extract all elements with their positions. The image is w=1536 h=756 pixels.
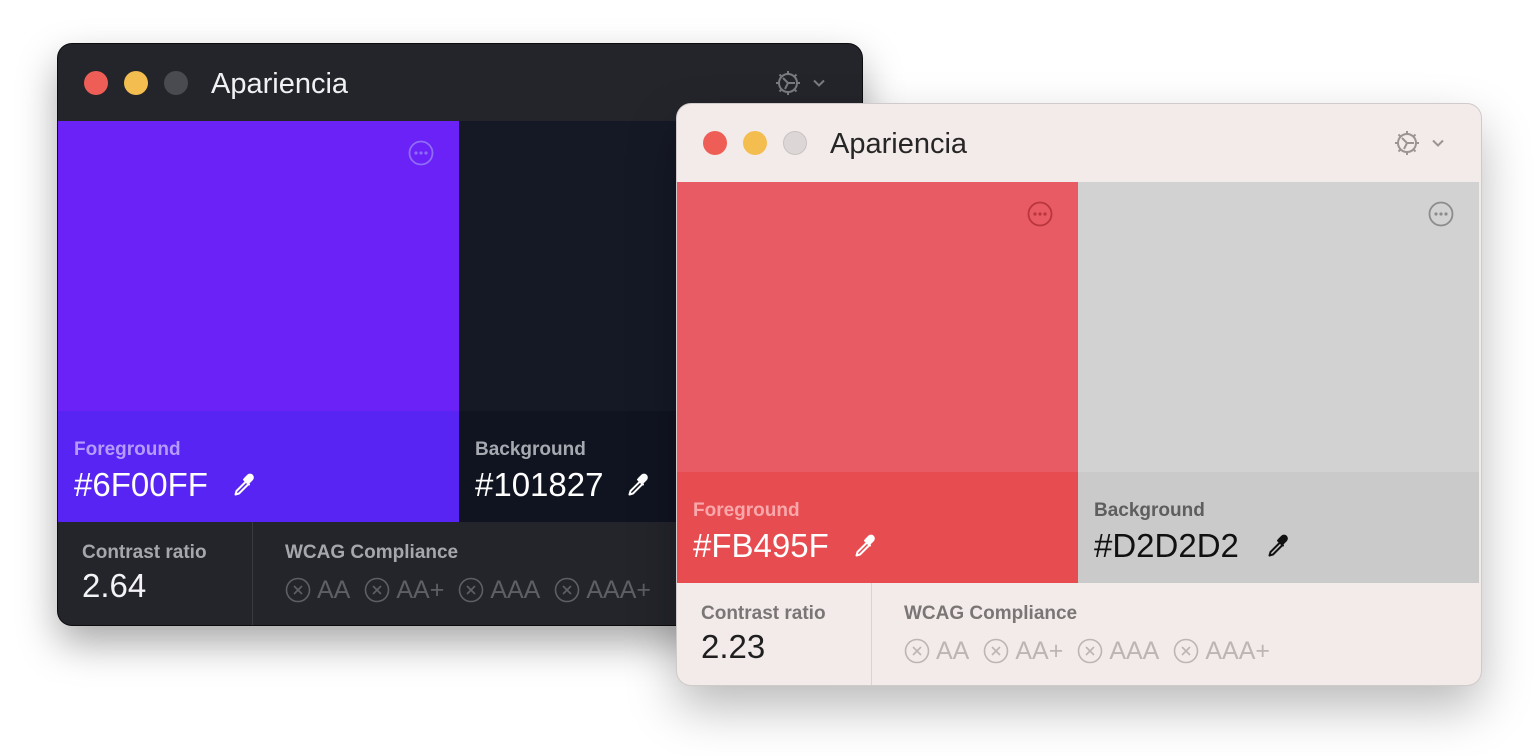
background-hex[interactable]: #D2D2D2 [1094, 526, 1239, 566]
more-options-icon[interactable] [407, 139, 435, 167]
wcag-compliance-label: WCAG Compliance [904, 603, 1078, 624]
contrast-ratio-value: 2.64 [82, 567, 147, 604]
titlebar: Apariencia [677, 104, 1481, 182]
badge-label: AA+ [1015, 637, 1064, 665]
fail-x-icon [459, 577, 484, 603]
foreground-info: Foreground #6F00FF [58, 411, 459, 522]
footer-divider [871, 583, 872, 685]
fail-x-icon [365, 577, 390, 603]
light-window: Apariencia Foreground #FB495F Background… [677, 104, 1481, 685]
fail-x-icon [1078, 638, 1103, 664]
foreground-hex[interactable]: #6F00FF [74, 465, 208, 505]
gear-icon[interactable] [1391, 127, 1423, 159]
wcag-badges: AA AA+ AAA AAA+ [904, 636, 1270, 666]
wcag-badge-aaa-plus: AAA+ [554, 575, 651, 605]
foreground-swatch[interactable]: Foreground #6F00FF [58, 121, 459, 522]
foreground-preview [677, 182, 1078, 472]
foreground-preview [58, 121, 459, 411]
window-title: Apariencia [830, 128, 968, 160]
badge-label: AA+ [396, 576, 445, 604]
contrast-ratio-label: Contrast ratio [82, 542, 207, 563]
foreground-label: Foreground [693, 500, 800, 521]
fail-x-icon [555, 577, 580, 603]
badge-label: AAA+ [1205, 637, 1270, 665]
eyedropper-icon[interactable] [851, 532, 879, 560]
background-label: Background [475, 439, 586, 460]
chevron-down-icon[interactable] [1431, 136, 1445, 150]
results-footer: Contrast ratio 2.23 WCAG Compliance AA A… [677, 583, 1481, 685]
zoom-button[interactable] [164, 71, 188, 95]
wcag-badge-aaa: AAA [1077, 636, 1159, 666]
minimize-button[interactable] [124, 71, 148, 95]
wcag-compliance-label: WCAG Compliance [285, 542, 459, 563]
fail-x-icon [1174, 638, 1199, 664]
foreground-swatch[interactable]: Foreground #FB495F [677, 182, 1078, 583]
wcag-badges: AA AA+ AAA AAA+ [285, 575, 651, 605]
fail-x-icon [904, 638, 930, 664]
minimize-button[interactable] [743, 131, 767, 155]
wcag-badge-aaa: AAA [458, 575, 540, 605]
eyedropper-icon[interactable] [624, 471, 652, 499]
close-button[interactable] [84, 71, 108, 95]
wcag-badge-aa: AA [285, 575, 350, 605]
wcag-badge-aaa-plus: AAA+ [1173, 636, 1270, 666]
zoom-button[interactable] [783, 131, 807, 155]
close-button[interactable] [703, 131, 727, 155]
contrast-ratio-value: 2.23 [701, 628, 766, 665]
more-options-icon[interactable] [1427, 200, 1455, 228]
foreground-label: Foreground [74, 439, 181, 460]
eyedropper-icon[interactable] [230, 471, 258, 499]
window-title: Apariencia [211, 68, 349, 100]
background-label: Background [1094, 500, 1205, 521]
background-swatch[interactable]: Background #D2D2D2 [1078, 182, 1479, 583]
contrast-ratio-label: Contrast ratio [701, 603, 826, 624]
background-info: Background #D2D2D2 [1078, 472, 1479, 583]
gear-icon[interactable] [772, 67, 804, 99]
badge-label: AA [317, 576, 351, 604]
background-preview [1078, 182, 1479, 472]
eyedropper-icon[interactable] [1264, 532, 1292, 560]
foreground-hex[interactable]: #FB495F [693, 526, 829, 566]
badge-label: AAA [490, 576, 541, 604]
footer-divider [252, 522, 253, 625]
wcag-badge-aa-plus: AA+ [983, 636, 1063, 666]
fail-x-icon [984, 638, 1009, 664]
wcag-badge-aa-plus: AA+ [364, 575, 444, 605]
badge-label: AAA [1109, 637, 1160, 665]
more-options-icon[interactable] [1026, 200, 1054, 228]
badge-label: AA [936, 637, 970, 665]
background-hex[interactable]: #101827 [475, 465, 603, 505]
wcag-badge-aa: AA [904, 636, 969, 666]
badge-label: AAA+ [586, 576, 651, 604]
chevron-down-icon[interactable] [812, 76, 826, 90]
foreground-info: Foreground #FB495F [677, 472, 1078, 583]
fail-x-icon [285, 577, 311, 603]
